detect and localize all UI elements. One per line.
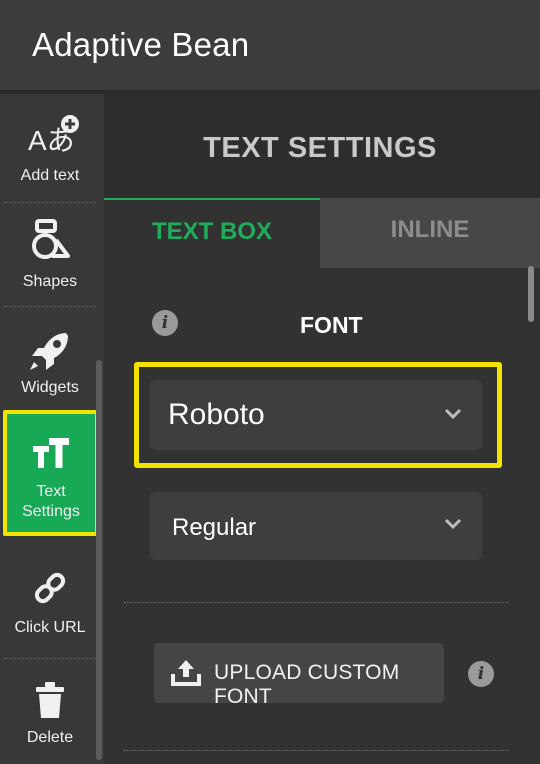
sidebar-scrollbar[interactable] bbox=[96, 360, 102, 760]
panel-scrollbar[interactable] bbox=[528, 266, 534, 322]
sidebar-divider bbox=[4, 202, 96, 203]
tab-inline[interactable]: INLINE bbox=[320, 198, 540, 268]
font-info-icon[interactable]: i bbox=[152, 310, 178, 336]
chevron-down-icon bbox=[444, 408, 462, 420]
sidebar-item-label: Delete bbox=[26, 729, 74, 746]
section-divider bbox=[124, 750, 508, 751]
add-text-icon: Aあ bbox=[28, 115, 79, 156]
app-title: Adaptive Bean bbox=[32, 26, 250, 63]
sidebar-divider bbox=[4, 306, 96, 307]
chevron-down-icon bbox=[444, 518, 462, 530]
sidebar-item-add-text[interactable]: Aあ Add text bbox=[4, 112, 96, 202]
font-weight-value: Regular bbox=[172, 514, 257, 541]
sidebar-item-text-settings[interactable]: Text Settings bbox=[3, 410, 99, 536]
font-family-select[interactable]: Roboto bbox=[150, 380, 482, 450]
sidebar-item-label-line1: Text bbox=[36, 483, 66, 500]
link-icon bbox=[34, 572, 66, 604]
title-bar: Adaptive Bean bbox=[0, 0, 540, 92]
sidebar-item-click-url[interactable]: Click URL bbox=[4, 570, 96, 660]
sidebar-item-label: Shapes bbox=[22, 273, 78, 290]
sidebar-divider bbox=[4, 658, 96, 659]
sidebar-item-label: Add text bbox=[20, 167, 80, 184]
upload-button-label: UPLOAD CUSTOM FONT bbox=[214, 661, 400, 708]
upload-info-icon[interactable]: i bbox=[468, 661, 494, 687]
shapes-icon bbox=[32, 219, 70, 259]
sidebar-item-delete[interactable]: Delete bbox=[4, 680, 96, 764]
section-divider bbox=[124, 602, 508, 603]
panel-header: TEXT SETTINGS bbox=[104, 94, 540, 198]
sidebar-item-label-line2: Settings bbox=[22, 503, 80, 520]
upload-icon bbox=[171, 660, 201, 686]
text-settings-icon bbox=[33, 438, 69, 468]
font-section-label: FONT bbox=[300, 312, 363, 338]
sidebar-item-shapes[interactable]: Shapes bbox=[4, 218, 96, 308]
panel-title: TEXT SETTINGS bbox=[203, 132, 437, 164]
text-settings-panel: TEXT SETTINGS TEXT BOX INLINE i FONT Rob… bbox=[104, 94, 540, 764]
sidebar-item-label: Click URL bbox=[14, 619, 86, 636]
sidebar: Aあ Add text Shapes Widgets Text Settings… bbox=[0, 94, 104, 764]
sidebar-item-widgets[interactable]: Widgets bbox=[4, 330, 96, 420]
tab-text-box[interactable]: TEXT BOX bbox=[104, 198, 320, 268]
upload-custom-font-button[interactable]: UPLOAD CUSTOM FONT bbox=[154, 643, 444, 708]
font-family-value: Roboto bbox=[168, 398, 265, 431]
sidebar-item-label: Widgets bbox=[21, 379, 79, 396]
trash-icon bbox=[36, 682, 64, 718]
rocket-icon bbox=[30, 333, 68, 370]
font-weight-select[interactable]: Regular bbox=[150, 492, 482, 560]
tab-bar: TEXT BOX INLINE bbox=[104, 198, 540, 268]
